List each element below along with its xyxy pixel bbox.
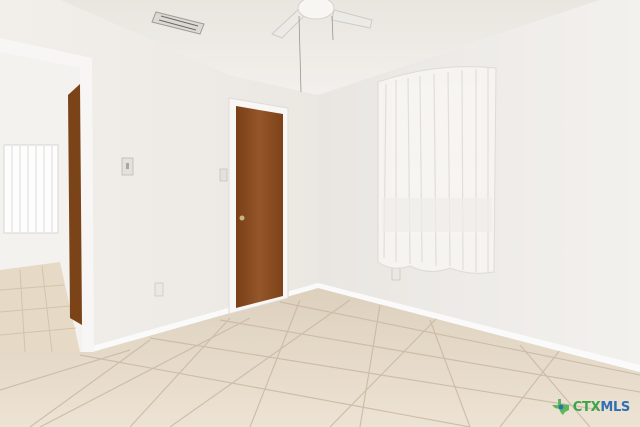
- wooden-door: [236, 106, 283, 308]
- texas-map-icon: [551, 399, 569, 415]
- light-switch-small: [219, 168, 228, 182]
- open-door: [68, 84, 82, 325]
- ctxmls-watermark: CTXMLS: [551, 399, 630, 415]
- watermark-ctx-text: CTX: [572, 399, 601, 415]
- wall-outlet-right: [391, 267, 401, 281]
- door-knob: [239, 215, 245, 221]
- wall-outlet-left: [154, 282, 164, 297]
- watermark-mls-text: MLS: [600, 399, 630, 415]
- curtain-lace-band: [382, 198, 492, 232]
- room-photo: [0, 0, 640, 427]
